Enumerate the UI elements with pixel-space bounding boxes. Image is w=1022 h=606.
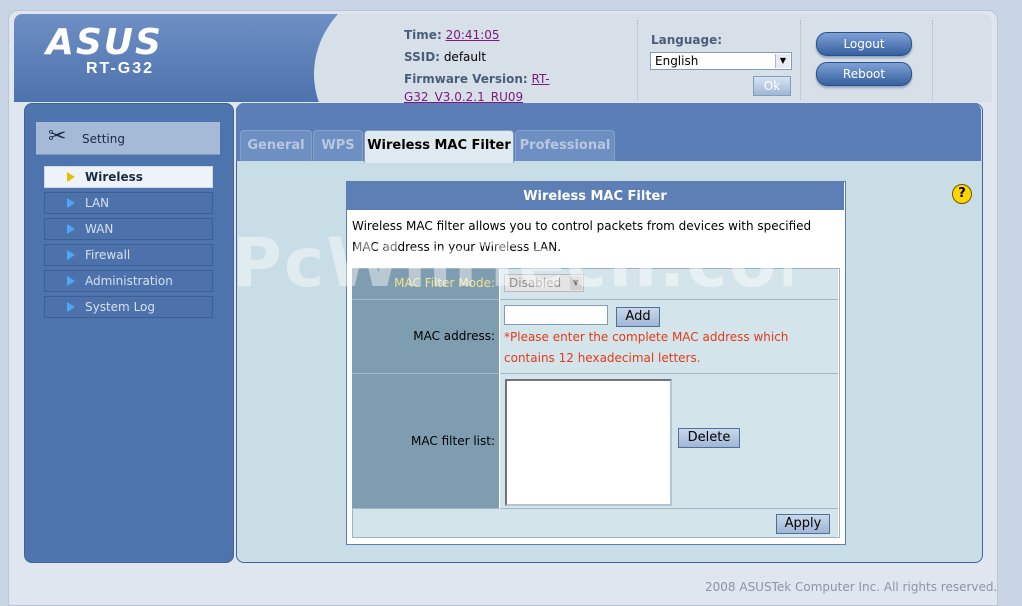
sidebar-item-label: WAN [85,222,114,236]
mac-filter-list-label: MAC filter list: [411,434,495,448]
sidebar-item-label: Administration [85,274,173,288]
ssid-label: SSID: [404,50,440,64]
divider [932,20,933,100]
tab-professional[interactable]: Professional [515,130,615,161]
sidebar-item-firewall[interactable]: Firewall [44,244,213,266]
mac-address-input[interactable] [504,305,608,325]
ssid-value: default [443,50,487,64]
mac-warning: *Please enter the complete MAC address w… [504,330,789,365]
sidebar-item-lan[interactable]: LAN [44,192,213,214]
chevron-down-icon: ▼ [570,276,582,290]
arrow-right-icon [67,224,75,234]
divider [637,20,638,100]
arrow-right-icon [67,250,75,260]
arrow-right-icon [67,302,75,312]
section-title: Wireless MAC Filter [346,181,844,210]
time-label: Time: [404,28,442,42]
apply-button[interactable]: Apply [776,514,830,534]
tab-general[interactable]: General [240,130,312,161]
add-button[interactable]: Add [616,307,660,327]
apply-row [353,509,838,537]
mac-filter-list[interactable] [505,379,672,506]
divider [800,20,801,100]
sidebar-item-wan[interactable]: WAN [44,218,213,240]
firmware-label: Firmware Version: [404,72,528,86]
sidebar-item-label: Wireless [85,170,143,184]
mode-value: Disabled [509,276,562,290]
sidebar-item-administration[interactable]: Administration [44,270,213,292]
firmware-link[interactable]: RT- [532,72,550,86]
logout-button[interactable]: Logout [816,32,912,56]
mac-filter-mode-select[interactable]: Disabled ▼ [504,274,584,292]
model-name: RT-G32 [86,60,155,77]
sidebar-item-label: System Log [85,300,155,314]
firmware-link-cont[interactable]: G32_V3.0.2.1_RU09 [404,90,523,104]
sidebar-item-wireless[interactable]: Wireless [44,166,213,188]
delete-button[interactable]: Delete [678,428,740,448]
language-value: English [655,54,699,68]
sidebar-item-label: Firewall [85,248,131,262]
description: Wireless MAC filter allows you to contro… [352,219,812,254]
status-info: Time: 20:41:05 SSID: default Firmware Ve… [404,24,550,108]
tab-wireless-mac-filter[interactable]: Wireless MAC Filter [364,130,514,163]
mac-filter-mode-label: MAC Filter Mode: [394,276,495,290]
help-icon[interactable]: ? [952,184,972,204]
tab-wps[interactable]: WPS [313,130,363,161]
arrow-right-icon [67,198,75,208]
language-label: Language: [651,33,723,47]
chevron-down-icon: ▼ [775,54,790,68]
setting-label: Setting [82,132,125,146]
time-link[interactable]: 20:41:05 [446,28,500,42]
sidebar-item-system-log[interactable]: System Log [44,296,213,318]
sidebar-item-label: LAN [85,196,110,210]
ok-button[interactable]: Ok [753,76,791,96]
mac-address-label: MAC address: [413,329,495,343]
reboot-button[interactable]: Reboot [816,62,912,86]
wrench-icon: ✂ [48,124,67,149]
arrow-right-icon [67,172,75,182]
language-select[interactable]: English ▼ [650,52,792,70]
arrow-right-icon [67,276,75,286]
copyright: 2008 ASUSTek Computer Inc. All rights re… [705,580,998,594]
asus-logo: ASUS [46,22,163,63]
